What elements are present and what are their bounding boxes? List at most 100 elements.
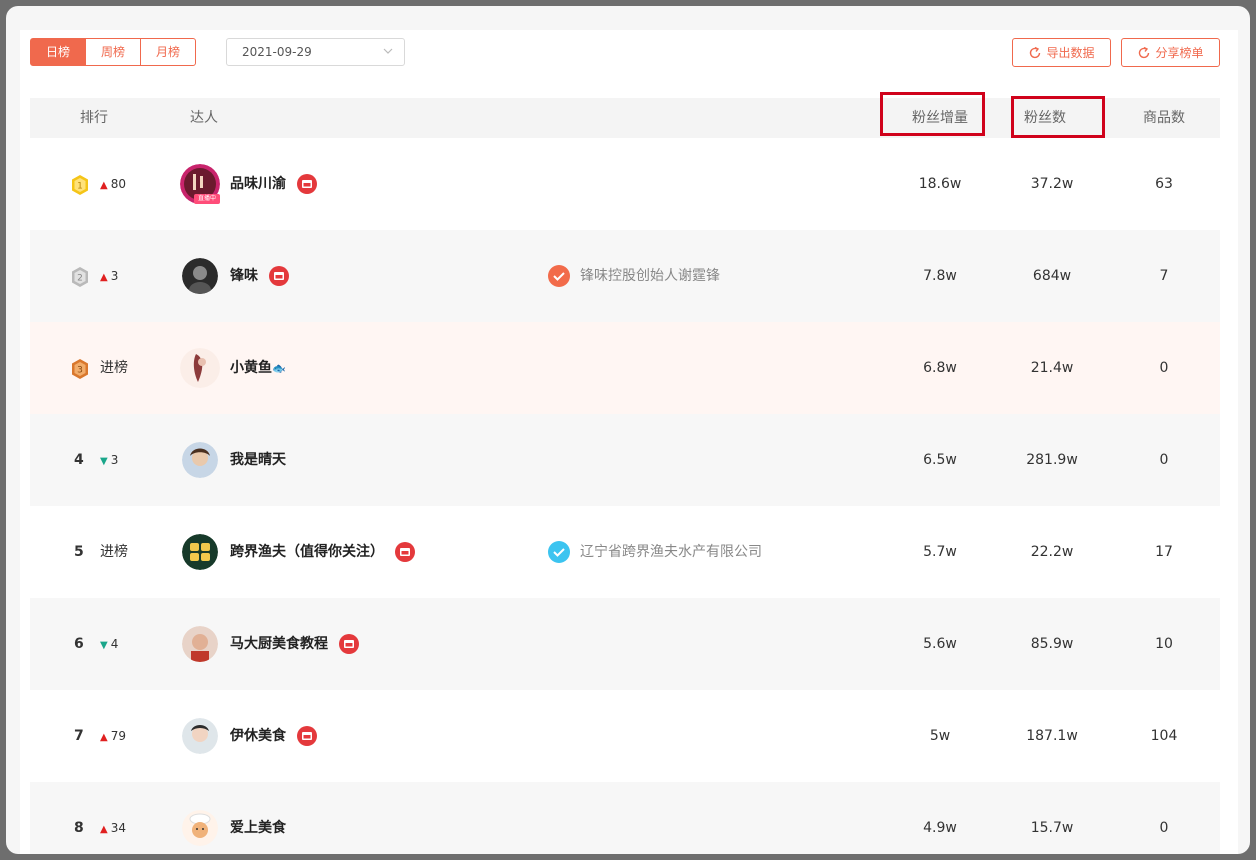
share-label: 分享榜单 — [1155, 46, 1204, 60]
avatar-image — [182, 442, 218, 478]
avatar[interactable] — [182, 442, 218, 478]
avatar-image — [180, 348, 220, 388]
goods-value: 0 — [1159, 360, 1169, 376]
avatar-image — [182, 810, 218, 846]
fans-increase-value: 5.6w — [923, 636, 957, 652]
avatar[interactable] — [180, 348, 220, 388]
avatar[interactable] — [182, 258, 218, 294]
fans-value: 15.7w — [1030, 820, 1074, 836]
date-value: 2021-09-29 — [242, 45, 312, 59]
rank-change: 进榜 — [100, 360, 128, 376]
goods-value: 0 — [1159, 452, 1169, 468]
rank-change-value: 3 — [110, 269, 119, 283]
fans-value: 21.4w — [1030, 360, 1074, 376]
rank-number: 7 — [74, 728, 84, 744]
verification-text: 锋味控股创始人谢霆锋 — [580, 268, 720, 284]
rank-change-value: 34 — [110, 821, 126, 835]
tab-monthly[interactable]: 月榜 — [140, 38, 196, 66]
table-row[interactable]: 2 ▲ 3 锋味 锋味控股创始人谢霆锋 7.8w 684w 7 — [30, 230, 1220, 322]
fans-increase-value: 6.8w — [923, 360, 957, 376]
refresh-icon — [1139, 46, 1150, 58]
tab-daily[interactable]: 日榜 — [30, 38, 86, 66]
fans-value: 22.2w — [1030, 544, 1074, 560]
rank-number: 6 — [74, 636, 84, 652]
creator-name[interactable]: 小黄鱼🐟 — [230, 322, 286, 415]
rank-change: ▼ 4 — [100, 598, 118, 692]
fans-value: 37.2w — [1030, 176, 1074, 192]
avatar-image — [182, 534, 218, 570]
table-row[interactable]: 8 ▲ 34 爱上美食 4.9w 15.7w 0 — [30, 782, 1220, 854]
creator-name[interactable]: 品味川渝 — [230, 138, 286, 230]
silver-medal-icon: 2 — [72, 267, 88, 287]
creator-name[interactable]: 锋味 — [230, 230, 258, 322]
fans-increase-value: 7.8w — [923, 268, 957, 284]
table-row[interactable]: 5 进榜 跨界渔夫（值得你关注） 辽宁省跨界渔夫水产有限公司 5.7w 22.2… — [30, 506, 1220, 598]
highlight-box-fans — [1011, 96, 1105, 138]
avatar-image — [182, 626, 218, 662]
header-goods[interactable]: 商品数 — [1143, 98, 1185, 138]
goods-value: 0 — [1159, 820, 1169, 836]
shop-icon — [297, 726, 317, 746]
arrow-up-icon: ▲ — [100, 272, 108, 283]
table-row[interactable]: 6 ▼ 4 马大厨美食教程 5.6w 85.9w 10 — [30, 598, 1220, 690]
fans-increase-value: 5.7w — [923, 544, 957, 560]
header-rank[interactable]: 排行 — [80, 98, 108, 138]
verified-blue-icon — [548, 541, 570, 563]
shop-icon — [297, 174, 317, 194]
highlight-box-fans-increase — [880, 92, 985, 136]
app-window: 日榜 周榜 月榜 2021-09-29 导出数据 分享榜单 排行 达人 粉丝增量… — [6, 6, 1250, 854]
goods-value: 10 — [1155, 636, 1173, 652]
creator-name[interactable]: 伊休美食 — [230, 690, 286, 782]
avatar[interactable] — [182, 718, 218, 754]
goods-value: 104 — [1150, 728, 1178, 744]
gold-medal-icon: 1 — [72, 175, 88, 195]
table-row[interactable]: 3 进榜 小黄鱼🐟 6.8w 21.4w 0 — [30, 322, 1220, 414]
rank-change-value: 4 — [110, 637, 119, 651]
rank-change-value: 3 — [110, 453, 119, 467]
avatar[interactable] — [182, 534, 218, 570]
svg-text:3: 3 — [77, 366, 83, 376]
fans-increase-value: 6.5w — [923, 452, 957, 468]
shop-icon — [339, 634, 359, 654]
fans-increase-value: 5w — [929, 728, 951, 744]
rank-change: ▲ 3 — [100, 230, 118, 324]
avatar[interactable] — [182, 810, 218, 846]
avatar-image — [182, 718, 218, 754]
ranking-table-body: 1 ▲ 80 直播中 品味川渝 18.6w 37.2w 63 2 ▲ 3 锋味 … — [30, 138, 1220, 854]
arrow-up-icon: ▲ — [100, 732, 108, 743]
arrow-down-icon: ▼ — [100, 456, 108, 467]
date-select[interactable]: 2021-09-29 — [226, 38, 405, 66]
creator-name[interactable]: 我是晴天 — [230, 414, 286, 506]
table-row[interactable]: 1 ▲ 80 直播中 品味川渝 18.6w 37.2w 63 — [30, 138, 1220, 230]
verified-orange-icon — [548, 265, 570, 287]
creator-name[interactable]: 跨界渔夫（值得你关注） — [230, 506, 384, 598]
table-row[interactable]: 4 ▼ 3 我是晴天 6.5w 281.9w 0 — [30, 414, 1220, 506]
arrow-up-icon: ▲ — [100, 180, 108, 191]
period-tabs: 日榜 周榜 月榜 — [30, 38, 196, 66]
fish-icon: 🐟 — [272, 362, 286, 375]
rank-number: 8 — [74, 820, 84, 836]
ranking-panel: 日榜 周榜 月榜 2021-09-29 导出数据 分享榜单 排行 达人 粉丝增量… — [20, 30, 1238, 854]
header-creator: 达人 — [190, 110, 218, 126]
fans-value: 85.9w — [1030, 636, 1074, 652]
rank-change-value: 80 — [110, 177, 126, 191]
shop-icon — [269, 266, 289, 286]
rank-change: 进榜 — [100, 544, 128, 560]
rank-change: ▲ 79 — [100, 690, 126, 784]
arrow-down-icon: ▼ — [100, 640, 108, 651]
creator-name[interactable]: 爱上美食 — [230, 782, 286, 854]
export-data-button[interactable]: 导出数据 — [1012, 38, 1111, 67]
rank-number: 5 — [74, 544, 84, 560]
rank-number: 4 — [74, 452, 84, 468]
fans-value: 187.1w — [1026, 728, 1078, 744]
goods-value: 7 — [1159, 268, 1169, 284]
table-row[interactable]: 7 ▲ 79 伊休美食 5w 187.1w 104 — [30, 690, 1220, 782]
svg-text:1: 1 — [77, 182, 83, 192]
creator-name[interactable]: 马大厨美食教程 — [230, 598, 328, 690]
fans-value: 281.9w — [1026, 452, 1078, 468]
fans-value: 684w — [1032, 268, 1072, 284]
share-list-button[interactable]: 分享榜单 — [1121, 38, 1220, 67]
avatar[interactable] — [182, 626, 218, 662]
refresh-icon — [1030, 46, 1041, 58]
tab-weekly[interactable]: 周榜 — [85, 38, 141, 66]
